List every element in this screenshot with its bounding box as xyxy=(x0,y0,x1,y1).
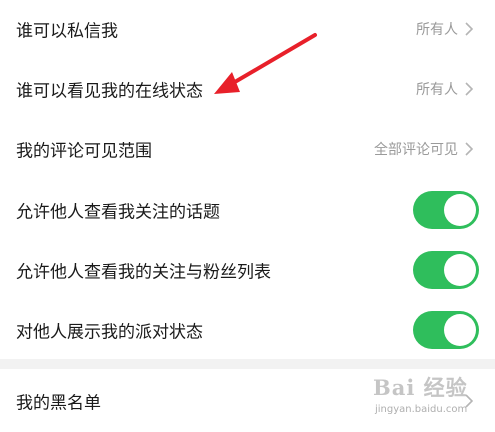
setting-label: 谁可以看见我的在线状态 xyxy=(16,81,203,101)
setting-value-group[interactable]: 全部评论可见 xyxy=(374,139,473,159)
setting-label: 我的黑名单 xyxy=(16,393,101,413)
setting-row-online-status[interactable]: 谁可以看见我的在线状态 所有人 xyxy=(0,58,495,119)
setting-row-who-can-message[interactable]: 谁可以私信我 所有人 xyxy=(0,0,495,58)
toggle-knob xyxy=(444,193,476,226)
setting-value-group[interactable]: 所有人 xyxy=(416,79,473,99)
setting-label: 允许他人查看我的关注与粉丝列表 xyxy=(16,262,271,283)
setting-label: 允许他人查看我关注的话题 xyxy=(16,202,220,222)
setting-row-follow-fans-list: 允许他人查看我的关注与粉丝列表 xyxy=(0,240,495,300)
setting-label: 谁可以私信我 xyxy=(16,21,118,42)
chevron-right-icon xyxy=(465,142,473,156)
chevron-right-icon xyxy=(465,81,473,96)
setting-row-blacklist[interactable]: 我的黑名单 xyxy=(0,369,495,432)
setting-value: 全部评论可见 xyxy=(374,142,458,158)
toggle-knob xyxy=(444,313,476,346)
setting-label: 我的评论可见范围 xyxy=(16,141,152,162)
setting-row-party-status: 对他人展示我的派对状态 xyxy=(0,300,495,359)
setting-value-group[interactable] xyxy=(464,393,473,408)
section-divider xyxy=(0,359,495,369)
setting-row-followed-topics: 允许他人查看我关注的话题 xyxy=(0,179,495,240)
setting-value-group[interactable]: 所有人 xyxy=(416,19,473,39)
toggle-switch[interactable] xyxy=(413,190,479,229)
settings-list: 谁可以私信我 所有人 谁可以看见我的在线状态 所有人 我的评论可见范围 全部评论… xyxy=(0,0,495,432)
setting-value: 所有人 xyxy=(416,81,458,98)
toggle-knob xyxy=(444,254,476,286)
toggle-switch[interactable] xyxy=(413,251,479,289)
setting-value: 所有人 xyxy=(416,22,458,38)
toggle-switch[interactable] xyxy=(413,310,479,349)
chevron-right-icon xyxy=(465,393,473,408)
setting-row-comment-visibility[interactable]: 我的评论可见范围 全部评论可见 xyxy=(0,119,495,179)
setting-label: 对他人展示我的派对状态 xyxy=(16,322,203,342)
chevron-right-icon xyxy=(465,22,473,36)
